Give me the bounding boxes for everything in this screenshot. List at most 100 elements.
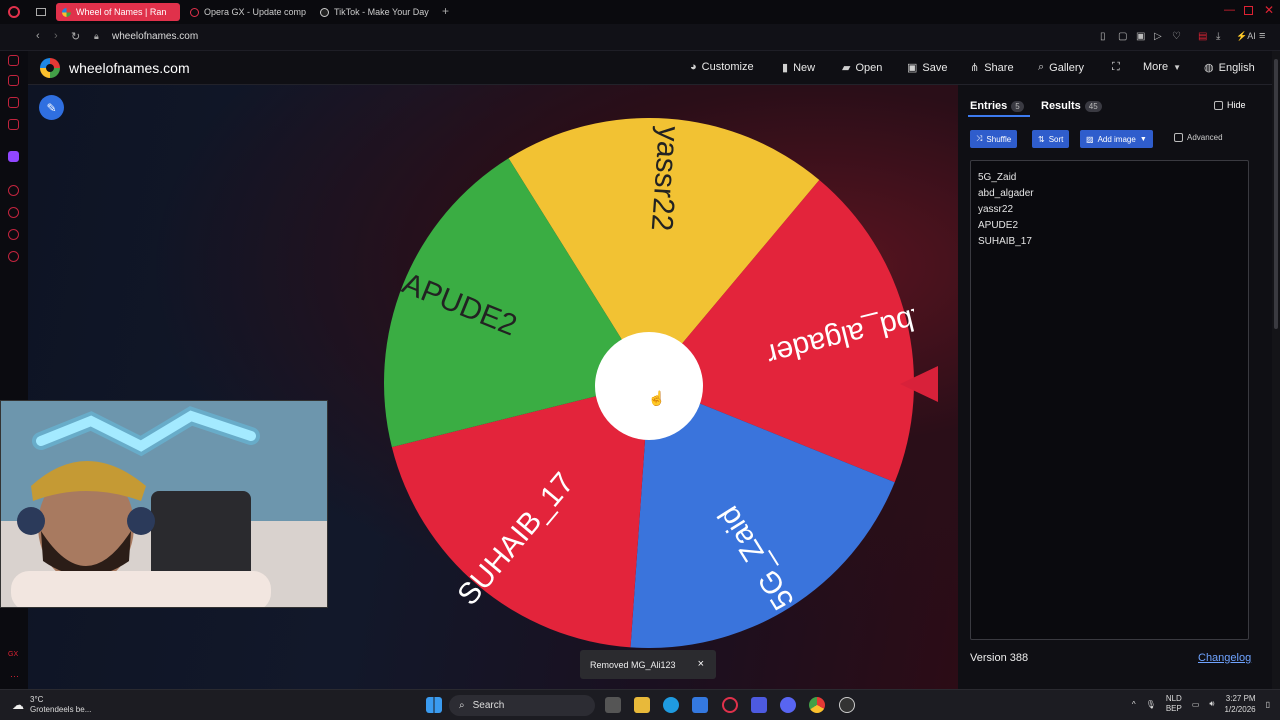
messenger-icon[interactable] [8, 119, 19, 130]
discord-icon[interactable] [780, 697, 796, 713]
hide-checkbox-box[interactable] [1214, 100, 1223, 110]
download-icon[interactable]: ⤓ [1216, 31, 1220, 42]
changelog-link[interactable]: Changelog [1198, 652, 1251, 664]
gx-control-icon[interactable] [8, 55, 19, 66]
share-label: Share [984, 61, 1014, 74]
file-explorer-icon[interactable] [634, 697, 650, 713]
results-count-badge: 45 [1084, 100, 1102, 112]
chat-icon[interactable] [8, 229, 19, 240]
save-button[interactable]: ▣ Save [907, 61, 947, 75]
obs-icon[interactable] [839, 697, 855, 713]
player-icon[interactable]: ▷ [1154, 31, 1162, 42]
app-icon[interactable] [751, 697, 767, 713]
taskbar-search[interactable]: ⌕ Search [449, 695, 595, 716]
advanced-checkbox-box[interactable] [1174, 133, 1183, 142]
extension-icon[interactable]: ▤ [1198, 31, 1207, 42]
tab-overview-icon[interactable] [36, 8, 46, 16]
bookmark-icon[interactable]: ▯ [1100, 31, 1106, 42]
vpn-icon[interactable]: ▣ [1136, 31, 1145, 42]
entry-line[interactable]: abd_algader [978, 186, 1241, 202]
tab-entries[interactable]: Entries 5 [970, 100, 1024, 112]
file-icon: ▮ [782, 62, 789, 74]
page-scrollbar[interactable] [1272, 51, 1280, 689]
window-minimize-icon[interactable]: — [1224, 4, 1235, 16]
active-tab-indicator [968, 115, 1030, 117]
network-icon[interactable]: ▭ [1192, 700, 1200, 709]
entry-line[interactable]: APUDE2 [978, 218, 1241, 234]
wheel-svg[interactable]: yassr22abd_algader5G_ZaidSUHAIB_17APUDE2 [384, 118, 933, 649]
tab-results-label: Results [1041, 100, 1081, 112]
webcam-overlay [0, 400, 328, 608]
sort-icon: ⇅ [1038, 134, 1045, 144]
more-dots-icon[interactable]: ··· [10, 671, 19, 681]
entry-line[interactable]: SUHAIB_17 [978, 234, 1241, 250]
snapshot-icon[interactable]: ▢ [1118, 31, 1127, 42]
task-view-icon[interactable] [605, 697, 621, 713]
entry-line[interactable]: yassr22 [978, 202, 1241, 218]
edge-icon[interactable] [663, 697, 679, 713]
ai-icon[interactable]: ⚡AI [1236, 31, 1256, 42]
opera-gx-icon[interactable] [722, 697, 738, 713]
forward-icon[interactable]: › [54, 30, 58, 42]
gx-cleaner-icon[interactable] [8, 97, 19, 108]
opera-menu-icon[interactable] [8, 6, 20, 18]
history-icon[interactable] [8, 207, 19, 218]
wheel-hub[interactable] [595, 332, 703, 440]
shuffle-button[interactable]: ⤨ Shuffle [970, 130, 1018, 148]
fullscreen-icon[interactable]: ⛶ [1112, 61, 1120, 74]
menu-icon[interactable]: ≡ [1259, 30, 1265, 42]
heart-icon[interactable]: ♡ [1172, 31, 1181, 42]
image-icon: ▨ [1086, 134, 1094, 144]
settings-icon[interactable] [8, 251, 19, 262]
gx-corner-icon[interactable] [8, 75, 19, 86]
reload-icon[interactable]: ↻ [71, 30, 80, 43]
hide-checkbox[interactable]: Hide [1214, 100, 1246, 110]
notification-icon[interactable]: ▯ [1266, 700, 1270, 709]
tray-chevron-icon[interactable]: ^ [1132, 700, 1136, 709]
open-button[interactable]: ▰ Open [842, 61, 882, 75]
language-button[interactable]: ◍ English [1204, 61, 1255, 75]
shuffle-icon: ⤨ [976, 134, 983, 143]
lang-top: NLD [1165, 694, 1182, 703]
tab-results[interactable]: Results 45 [1041, 100, 1102, 112]
toast-close-icon[interactable]: × [698, 658, 704, 670]
browser-tab-opera-gx[interactable]: Opera GX - Update comp [184, 3, 310, 21]
weather-temp: 3°C [30, 695, 44, 704]
chrome-icon[interactable] [809, 697, 825, 713]
wheel[interactable]: yassr22 abd_algader 5G_Zaid SUHAIB_17 APUDE2 [384, 118, 933, 649]
gallery-button[interactable]: ⌕ Gallery [1038, 61, 1084, 74]
browser-tab-tiktok[interactable]: TikTok - Make Your Day [314, 3, 438, 21]
wheel-logo-icon[interactable] [40, 58, 60, 78]
microphone-icon[interactable]: 🎙︎ [1146, 700, 1156, 709]
edit-pencil-icon[interactable]: ✎ [39, 95, 64, 120]
windows-start-icon[interactable] [426, 697, 442, 713]
input-language[interactable]: NLD BEP [1166, 694, 1182, 714]
windows-taskbar: ☁ 3°C Grotendeels be... ⌕ Search ^ 🎙︎ NL… [0, 689, 1280, 720]
new-tab-icon[interactable]: + [442, 4, 449, 18]
twitch-icon[interactable] [8, 151, 19, 162]
more-label: More [1143, 61, 1169, 73]
more-button[interactable]: More ▼ [1143, 61, 1181, 73]
advanced-checkbox[interactable]: Advanced [1174, 133, 1223, 142]
clock[interactable]: 3:27 PM 1/2/2026 [1224, 693, 1255, 715]
palette-icon: ◕ [690, 61, 697, 73]
weather-widget[interactable]: ☁ 3°C Grotendeels be... [12, 695, 91, 715]
customize-button[interactable]: ◕ Customize [690, 61, 754, 73]
window-close-icon[interactable]: ✕ [1264, 3, 1274, 17]
share-button[interactable]: ⋔ Share [970, 61, 1014, 75]
volume-icon[interactable]: 🔊︎ [1209, 699, 1214, 709]
site-title[interactable]: wheelofnames.com [69, 60, 190, 76]
add-image-button[interactable]: ▨ Add image ▼ [1080, 130, 1153, 148]
new-button[interactable]: ▮ New [782, 61, 815, 75]
browser-tab-wheel-of-names[interactable]: Wheel of Names | Ran [56, 3, 180, 21]
sort-button[interactable]: ⇅ Sort [1032, 130, 1070, 148]
taskbar-search-label: Search [472, 700, 505, 711]
store-icon[interactable] [692, 697, 708, 713]
scrollbar-thumb[interactable] [1274, 59, 1278, 329]
player-sidebar-icon[interactable] [8, 185, 19, 196]
window-maximize-icon[interactable] [1244, 6, 1253, 15]
url-field[interactable]: wheelofnames.com [112, 31, 198, 42]
entry-line[interactable]: 5G_Zaid [978, 170, 1241, 186]
back-icon[interactable]: ‹ [36, 30, 40, 42]
entries-textarea[interactable]: 5G_Zaid abd_algader yassr22 APUDE2 SUHAI… [970, 160, 1249, 640]
